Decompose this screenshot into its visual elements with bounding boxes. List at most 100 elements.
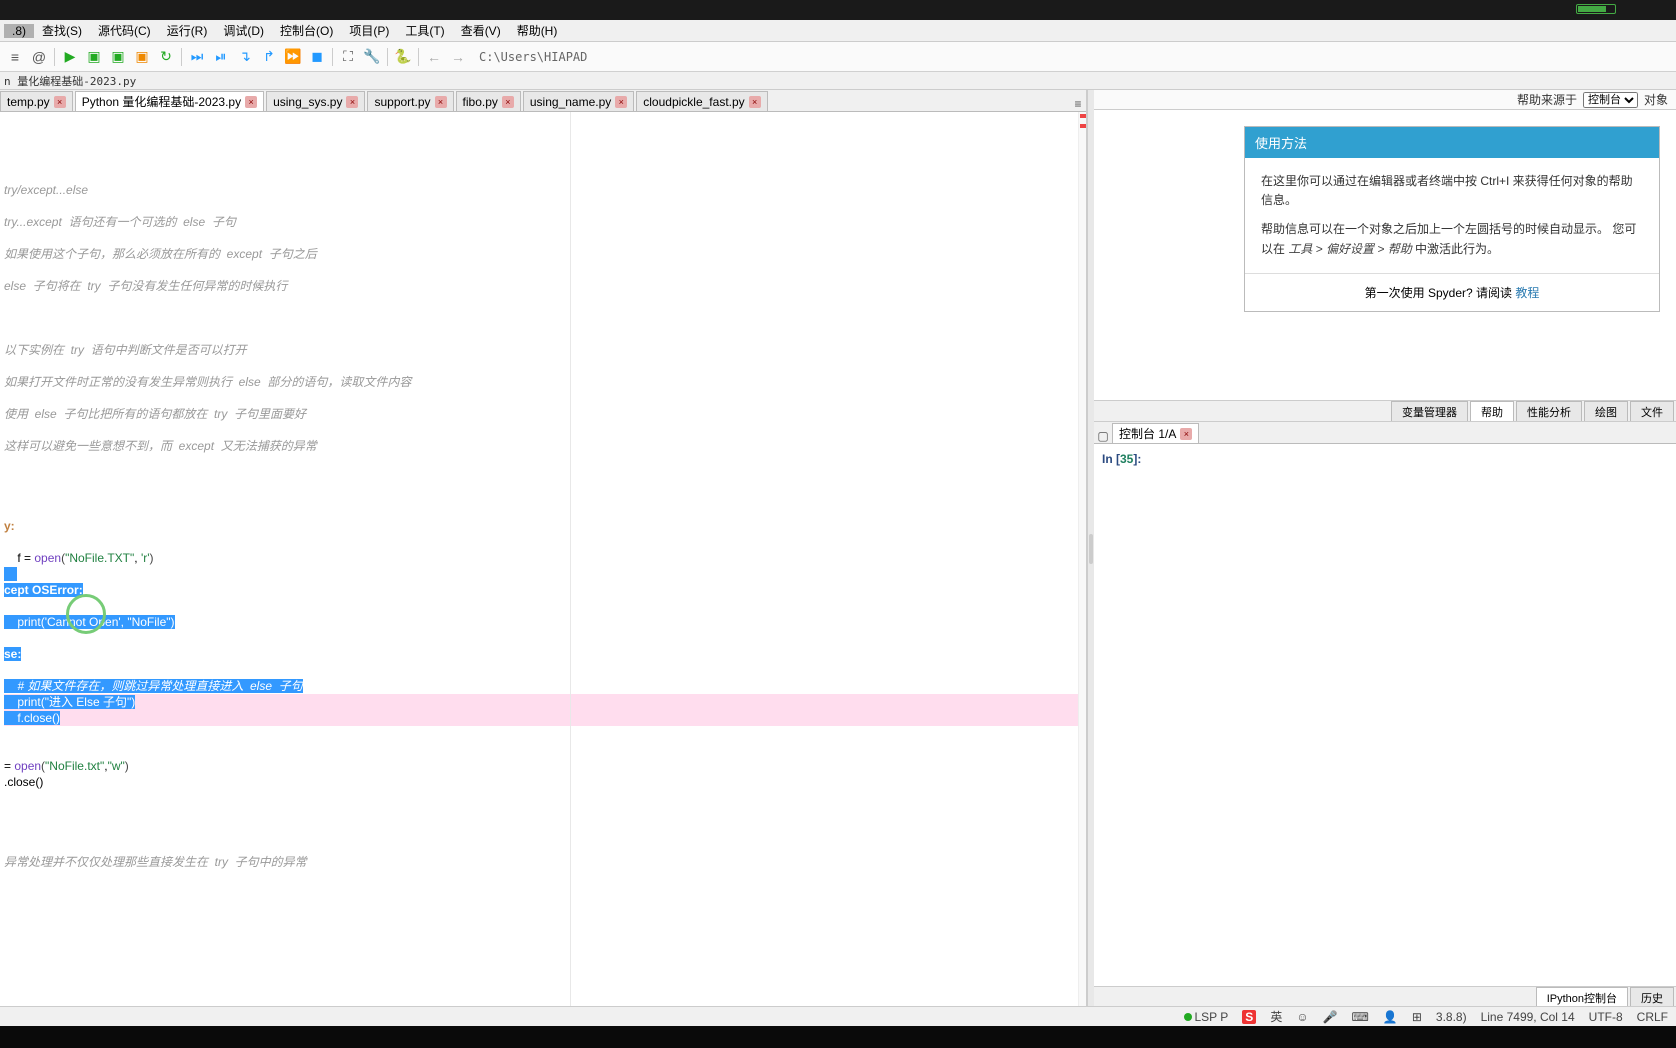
continue-button[interactable]: ⏩ [282,46,304,68]
mic-icon[interactable]: 🎤 [1323,1010,1338,1024]
close-icon[interactable]: × [615,96,627,108]
tutorial-link[interactable]: 教程 [1515,286,1539,300]
close-icon[interactable]: × [346,96,358,108]
ipython-console[interactable]: In [35]: [1094,444,1676,986]
code-comment: 异常处理并不仅仅处理那些直接发生在 try 子句中的异常 [4,854,1082,870]
tab-history[interactable]: 历史 [1630,987,1674,1007]
code-sel-start [4,566,1082,582]
code-comment: 以下实例在 try 语句中判断文件是否可以打开 [4,342,1082,358]
menu-tools[interactable]: 工具(T) [397,22,452,39]
code-comment: else 子句将在 try 子句没有发生任何异常的时候执行 [4,278,1082,294]
title-bar-dark [0,0,1676,20]
run-button[interactable]: ▶ [59,46,81,68]
menu-view[interactable]: 查看(V) [453,22,509,39]
code-editor[interactable]: try/except...else try...except 语句还有一个可选的… [0,112,1086,1008]
version-badge: .8) [4,24,34,38]
help-text-1: 在这里你可以通过在编辑器或者终端中按 Ctrl+I 来获得任何对象的帮助信息。 [1261,172,1643,210]
menu-bar: .8) 查找(S) 源代码(C) 运行(R) 调试(D) 控制台(O) 项目(P… [0,20,1676,42]
console-bottom-tabs: IPython控制台 历史 [1094,986,1676,1008]
help-object-label: 对象 [1644,91,1668,108]
tab-ipython-console[interactable]: IPython控制台 [1536,987,1628,1007]
line-ending: CRLF [1637,1010,1668,1024]
nav-back-icon[interactable]: ← [423,46,445,68]
tab-using-name[interactable]: using_name.py× [523,91,634,111]
lsp-status: LSP P [1184,1010,1228,1024]
emoji-icon[interactable]: ☺ [1296,1010,1308,1024]
python-icon[interactable]: 🐍 [392,46,414,68]
keyboard-icon[interactable]: ⌨ [1352,1010,1369,1024]
code-open2: = open("NoFile.txt","w") [4,758,1082,774]
console-tab-1[interactable]: 控制台 1/A× [1112,423,1199,443]
breadcrumb: n 量化编程基础-2023.py [0,72,1676,90]
close-icon[interactable]: × [1180,428,1192,440]
code-comment: 使用 else 子句比把所有的语句都放在 try 子句里面要好 [4,406,1082,422]
person-icon[interactable]: 👤 [1383,1010,1398,1024]
list-icon[interactable]: ≡ [4,46,26,68]
close-icon[interactable]: × [435,96,447,108]
scroll-indicator[interactable] [1078,112,1086,1008]
code-fclose: f.close() [4,710,1082,726]
code-fopen: f = open("NoFile.TXT", 'r') [4,550,1082,566]
menu-find[interactable]: 查找(S) [34,22,90,39]
code-else-comment: # 如果文件存在，则跳过异常处理直接进入 else 子句 [4,678,1082,694]
stop-button[interactable]: ◼ [306,46,328,68]
settings-icon[interactable]: 🔧 [361,46,383,68]
tab-help[interactable]: 帮助 [1470,401,1514,421]
step-into-button[interactable]: ↴ [234,46,256,68]
editor-pane: temp.py× Python 量化编程基础-2023.py× using_sy… [0,90,1088,1008]
close-icon[interactable]: × [245,96,257,108]
ime-indicator[interactable]: S [1242,1010,1256,1024]
code-else: se: [4,646,1082,662]
tab-variable-explorer[interactable]: 变量管理器 [1391,401,1468,421]
run-cell-button[interactable]: ▣ [83,46,105,68]
main-toolbar: ≡ @ ▶ ▣ ▣ ▣ ↻ ⏭ ⏯ ↴ ↱ ⏩ ◼ ⛶ 🔧 🐍 ← → C:\U… [0,42,1676,72]
nav-forward-icon[interactable]: → [447,46,469,68]
working-dir-path: C:\Users\HIAPAD [479,50,587,64]
tab-fibo[interactable]: fibo.py× [456,91,521,111]
menu-run[interactable]: 运行(R) [159,22,216,39]
tab-using-sys[interactable]: using_sys.py× [266,91,365,111]
menu-help[interactable]: 帮助(H) [509,22,566,39]
close-icon[interactable]: × [54,96,66,108]
tab-main[interactable]: Python 量化编程基础-2023.py× [75,91,264,111]
tab-overflow-icon[interactable]: ≡ [1070,97,1086,111]
tab-plots[interactable]: 绘图 [1584,401,1628,421]
close-icon[interactable]: × [502,96,514,108]
tab-temp[interactable]: temp.py× [0,91,73,111]
status-bar: LSP P S 英 ☺ 🎤 ⌨ 👤 ⊞ 3.8.8) Line 7499, Co… [0,1006,1676,1026]
help-source-label: 帮助来源于 [1517,91,1577,108]
tab-files[interactable]: 文件 [1630,401,1674,421]
menu-console[interactable]: 控制台(O) [272,22,341,39]
console-icon[interactable]: ▢ [1094,429,1112,443]
close-icon[interactable]: × [749,96,761,108]
right-pane: 帮助来源于 控制台 对象 使用方法 在这里你可以通过在编辑器或者终端中按 Ctr… [1094,90,1676,1008]
code-comment: 这样可以避免一些意想不到，而 except 又无法捕获的异常 [4,438,1082,454]
code-comment: 如果打开文件时正常的没有发生异常则执行 else 部分的语句，读取文件内容 [4,374,1082,390]
run-cell-advance-button[interactable]: ▣ [107,46,129,68]
windows-taskbar[interactable] [0,1026,1676,1048]
run-selection-button[interactable]: ▣ [131,46,153,68]
ime-lang[interactable]: 英 [1270,1008,1282,1025]
help-title: 使用方法 [1245,127,1659,158]
tab-profiler[interactable]: 性能分析 [1516,401,1582,421]
battery-icon [1576,4,1616,14]
code-print1: print('Cannot Open', "NoFile") [4,614,1082,630]
tab-support[interactable]: support.py× [367,91,453,111]
help-text-2: 帮助信息可以在一个对象之后加上一个左圆括号的时候自动显示。 您可以在 工具 > … [1261,220,1643,258]
tab-cloudpickle[interactable]: cloudpickle_fast.py× [636,91,767,111]
code-close2: .close() [4,774,1082,790]
fullscreen-icon[interactable]: ⛶ [337,46,359,68]
menu-project[interactable]: 项目(P) [341,22,397,39]
step-button[interactable]: ⏯ [210,46,232,68]
at-icon[interactable]: @ [28,46,50,68]
encoding: UTF-8 [1589,1010,1623,1024]
grid-icon[interactable]: ⊞ [1412,1010,1422,1024]
code-except: cept OSError: [4,582,1082,598]
step-out-button[interactable]: ↱ [258,46,280,68]
menu-source[interactable]: 源代码(C) [90,22,159,39]
code-comment: try...except 语句还有一个可选的 else 子句 [4,214,1082,230]
menu-debug[interactable]: 调试(D) [215,22,272,39]
help-source-select[interactable]: 控制台 [1583,92,1638,108]
debug-button[interactable]: ⏭ [186,46,208,68]
run-again-button[interactable]: ↻ [155,46,177,68]
